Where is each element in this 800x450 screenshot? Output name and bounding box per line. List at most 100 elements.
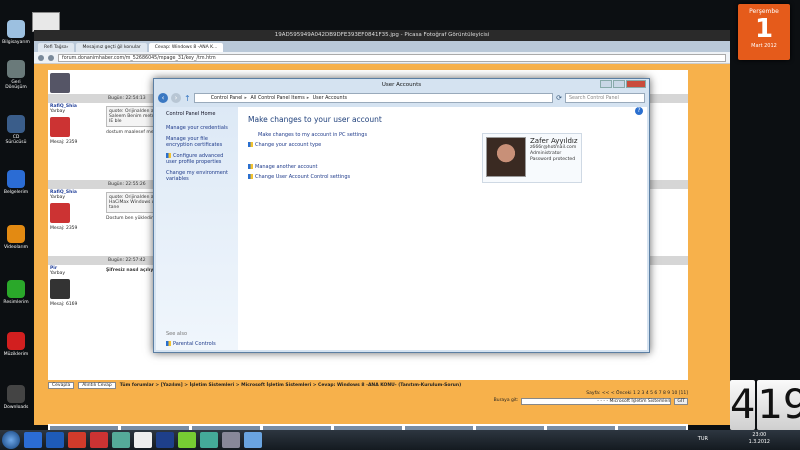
user-accounts-window: User Accounts ‹ › ↑ Control Panel ▸ All C… (153, 78, 650, 353)
shield-icon (166, 153, 171, 158)
avatar (50, 203, 70, 223)
post-rank: Yarbay (50, 109, 66, 114)
browser-tabs: Refi Tağsa› Mesajınız geçti ğil konular … (34, 41, 730, 52)
see-also-label: See also (166, 331, 188, 337)
sidebar-item-profile[interactable]: Configure advanced user profile properti… (166, 153, 228, 165)
post-user: RafiQ_Shia Yarbay Mesaj: 2359 (50, 104, 98, 145)
minimize-button[interactable] (600, 80, 612, 88)
browser-tab[interactable]: Mesajınız geçti ğil konular (76, 43, 147, 52)
help-icon[interactable]: ? (635, 107, 643, 115)
sidebar-item-credentials[interactable]: Manage your credentials (166, 125, 228, 131)
tray-date: 1.3.2012 (748, 440, 770, 445)
forum-footer: Cevapla Alıntılı Cevap Tüm forumlar > [Y… (48, 382, 688, 405)
close-button[interactable] (626, 80, 646, 88)
utorrent-icon[interactable] (178, 432, 196, 448)
desktop-icon-documents[interactable]: Belgelerim (2, 170, 30, 195)
window-content: Control Panel Home Manage your credentia… (156, 107, 647, 350)
desktop-icon-label: Müziklerim (3, 352, 29, 357)
calendar-month: Mart 2012 (751, 43, 777, 49)
breadcrumb-item[interactable]: Control Panel (211, 96, 243, 101)
quote-reply-button[interactable]: Alıntılı Cevap (78, 382, 116, 389)
language-indicator[interactable]: TUR (698, 436, 708, 442)
sidebar-item-environment[interactable]: Change my environment variables (166, 170, 228, 182)
sidebar-item-home[interactable]: Control Panel Home (166, 111, 228, 117)
start-button[interactable] (2, 431, 20, 449)
desktop-icon-cd-drive[interactable]: CD Sürücüsü (2, 115, 30, 145)
refresh-icon[interactable]: ⟳ (556, 94, 562, 102)
desktop-icon-downloads[interactable]: Downloads (2, 385, 30, 410)
forward-icon[interactable] (48, 54, 54, 61)
recycle-bin-icon (7, 60, 25, 78)
documents-icon (7, 170, 25, 188)
music-icon (7, 332, 25, 350)
breadcrumb-item[interactable]: All Control Panel Items (250, 96, 304, 101)
link-uac-settings[interactable]: Change User Account Control settings (248, 174, 382, 180)
desktop-icon-label: Belgelerim (3, 190, 29, 195)
browser-tab[interactable]: Refi Tağsa› (38, 43, 75, 52)
desktop-icon-music[interactable]: Müziklerim (2, 332, 30, 357)
desktop-icon-label: Videolarım (3, 245, 29, 250)
up-arrow-icon[interactable]: ↑ (184, 94, 191, 103)
media-icon[interactable] (112, 432, 130, 448)
sidebar-item-label: Parental Controls (173, 341, 216, 347)
app-icon[interactable] (90, 432, 108, 448)
post-user: RafiQ_Shia Yarbay Mesaj: 2359 (50, 190, 98, 231)
maximize-button[interactable] (613, 80, 625, 88)
desktop-icon-label: Bilgisayarım (2, 40, 30, 45)
word-icon[interactable] (46, 432, 64, 448)
link-pc-settings[interactable]: Make changes to my account in PC setting… (258, 132, 382, 138)
desktop-icon-label: CD Sürücüsü (5, 135, 27, 145)
breadcrumb-item[interactable]: User Accounts (313, 96, 347, 101)
go-button[interactable]: GİT (674, 398, 688, 405)
desktop-icon-recycle-bin[interactable]: Geri Dönüşüm (2, 60, 30, 90)
avatar (50, 73, 70, 93)
desktop-icon-label: Geri Dönüşüm (5, 80, 27, 90)
cd-drive-icon (7, 115, 25, 133)
forward-arrow-icon[interactable]: › (171, 93, 181, 103)
app-icon[interactable] (200, 432, 218, 448)
pagination[interactable]: Sayfa: << < Önceki 1 2 3 4 5 6 7 8 9 10 … (48, 391, 688, 396)
back-arrow-icon[interactable]: ‹ (158, 93, 168, 103)
shield-icon (248, 164, 253, 169)
link-manage-another-account[interactable]: Manage another account (248, 164, 382, 170)
search-input[interactable]: Search Control Panel (565, 93, 645, 103)
main-panel: Make changes to your user account Make c… (248, 115, 582, 184)
forum-breadcrumb[interactable]: Tüm forumlar > [Yazılım] > İşletim Siste… (120, 383, 461, 388)
breadcrumb[interactable]: Control Panel ▸ All Control Panel Items ▸ … (193, 93, 554, 103)
reply-button[interactable]: Cevapla (48, 382, 75, 389)
photoshop-icon[interactable] (156, 432, 174, 448)
system-clock[interactable]: 23:00 1.3.2012 (749, 432, 770, 446)
link-change-account-type[interactable]: Change your account type (248, 142, 382, 148)
calendar-gadget[interactable]: Perşembe 1 Mart 2012 (738, 4, 790, 60)
account-status: Password protected (530, 157, 576, 162)
desktop-icon-videos[interactable]: Videolarım (2, 225, 30, 250)
opera-icon[interactable] (68, 432, 86, 448)
chrome-icon[interactable] (134, 432, 152, 448)
desktop-icon-pictures[interactable]: Resimlerim (2, 280, 30, 305)
post-count: Mesaj: 2359 (50, 140, 78, 145)
jump-select[interactable]: - - - - Microsoft İşletim Sistemleri (521, 398, 672, 405)
ie-icon[interactable] (24, 432, 42, 448)
desktop-thumbnail[interactable] (32, 12, 60, 32)
link-label: Manage another account (255, 164, 318, 170)
post-rank: Yarbay (50, 195, 66, 200)
app-icon[interactable] (222, 432, 240, 448)
sidebar-item-parental-controls[interactable]: Parental Controls (166, 341, 216, 347)
sidebar-item-encryption[interactable]: Manage your file encryption certificates (166, 136, 228, 148)
account-card: Zafer Ayyıldız z666r@hotmail.com Adminis… (482, 133, 582, 183)
control-panel-icon[interactable] (244, 432, 262, 448)
sidebar: Control Panel Home Manage your credentia… (156, 107, 238, 350)
desktop-icon-computer[interactable]: Bilgisayarım (2, 20, 30, 45)
url-field[interactable]: forum.donanimhaber.com/m_52686045/mpage_… (58, 53, 726, 62)
page-title: Make changes to your user account (248, 115, 382, 124)
shield-icon (166, 341, 171, 346)
browser-tab-active[interactable]: Cevap: Windows 8 -ANA K... (148, 43, 224, 52)
clock-gadget[interactable]: 4 19 (730, 380, 800, 430)
account-photo[interactable] (486, 137, 526, 177)
videos-icon (7, 225, 25, 243)
link-label: Change User Account Control settings (255, 174, 351, 180)
back-icon[interactable] (38, 54, 44, 61)
computer-icon (7, 20, 25, 38)
address-bar: forum.donanimhaber.com/m_52686045/mpage_… (34, 52, 730, 64)
post-count: Mesaj: 2359 (50, 226, 78, 231)
